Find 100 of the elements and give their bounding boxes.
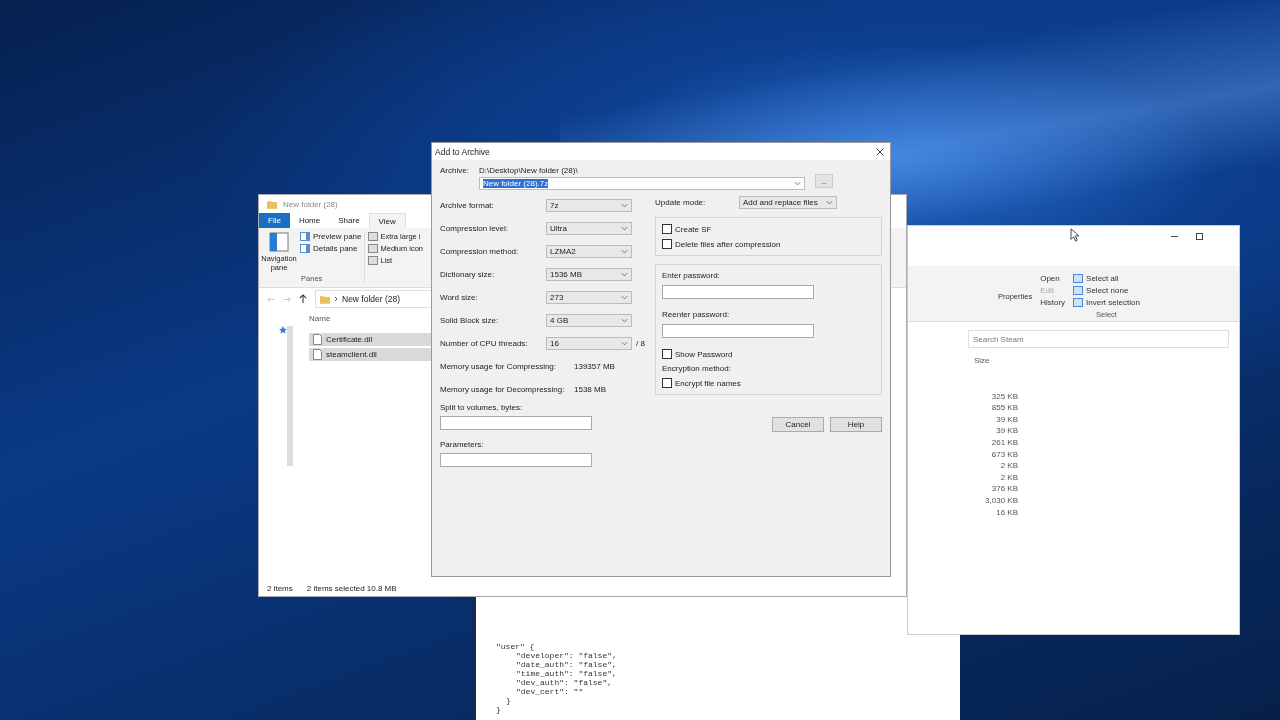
field-label: Archive format: xyxy=(440,201,495,210)
dialog-title: Add to Archive xyxy=(435,146,490,157)
folder-icon xyxy=(267,199,277,209)
dropdown[interactable]: 7z xyxy=(546,199,632,212)
search-field[interactable]: Search Steam xyxy=(968,330,1229,348)
caret-icon xyxy=(793,181,801,186)
column-header[interactable]: Size xyxy=(974,352,990,389)
split-field[interactable] xyxy=(440,416,592,430)
caret-icon xyxy=(826,200,833,205)
dropdown[interactable]: 273 xyxy=(546,291,632,304)
ribbon-tab[interactable]: View xyxy=(368,213,406,228)
ribbon-item[interactable]: History xyxy=(1040,298,1066,307)
size-cell: 3,030 KB xyxy=(985,495,1018,505)
dropdown[interactable]: 1536 MB xyxy=(546,268,632,281)
checkbox[interactable]: Encrypt file names xyxy=(662,378,741,388)
password-field[interactable] xyxy=(662,324,814,338)
code-line: "developer": "false", xyxy=(516,651,617,660)
chevron-icon xyxy=(334,296,338,302)
ribbon-item[interactable]: Open xyxy=(1040,274,1060,283)
layout-icon xyxy=(368,256,379,265)
ribbon-item[interactable]: Invert selection xyxy=(1073,298,1140,307)
layout-icon xyxy=(368,244,379,253)
dialog-button[interactable]: Cancel xyxy=(772,417,824,432)
selection-icon xyxy=(1073,298,1084,307)
dropdown[interactable]: Ultra xyxy=(546,222,632,235)
ribbon-tab[interactable]: Home xyxy=(289,213,330,228)
pane-icon xyxy=(269,232,289,252)
file-icon xyxy=(313,334,322,345)
size-cell: 2 KB xyxy=(1000,472,1018,482)
code-line: "date_auth": "false", xyxy=(516,660,617,669)
column-header[interactable]: Name xyxy=(309,310,433,331)
field-label: Encryption method: xyxy=(662,364,732,373)
forward-icon[interactable] xyxy=(283,295,291,303)
field-label: Update mode: xyxy=(655,198,707,207)
code-line: "user" { xyxy=(496,642,535,651)
field-label: Reenter password: xyxy=(662,310,731,319)
checkbox[interactable]: Show Password xyxy=(662,349,733,359)
field-label: Compression level: xyxy=(440,224,510,233)
ribbon-item[interactable]: Select none xyxy=(1073,286,1129,295)
dropdown[interactable]: LZMA2 xyxy=(546,245,632,258)
star-icon[interactable] xyxy=(279,326,287,334)
status-text: 2 items selected 10.8 MB xyxy=(306,583,397,593)
thread-count: / 8 xyxy=(636,339,645,348)
caret-icon xyxy=(621,341,628,346)
size-cell: 325 KB xyxy=(991,391,1018,401)
size-cell: 855 KB xyxy=(991,403,1018,413)
caret-icon xyxy=(621,318,628,323)
field-label: Memory usage for Decompressing: xyxy=(440,385,566,394)
selection-icon xyxy=(1073,274,1084,283)
up-arrow-icon[interactable] xyxy=(299,294,307,304)
size-cell: 39 KB xyxy=(996,414,1018,424)
dropdown[interactable]: Add and replace files xyxy=(739,196,837,209)
file-row[interactable]: Certificate.dll xyxy=(309,333,433,346)
archive-name-field[interactable]: New folder (28).7z xyxy=(478,177,805,190)
field-label: Dictionary size: xyxy=(440,270,496,279)
size-cell: 673 KB xyxy=(991,449,1018,459)
pane-icon xyxy=(300,244,310,253)
checkbox[interactable]: Delete files after compression xyxy=(662,239,781,249)
size-cell: 261 KB xyxy=(991,437,1018,447)
back-icon[interactable] xyxy=(267,295,275,303)
memory-value: 139357 MB xyxy=(574,362,615,371)
caret-icon xyxy=(621,203,628,208)
layout-icon xyxy=(368,232,379,241)
cursor-icon xyxy=(1070,228,1079,242)
status-text: 2 items xyxy=(267,583,293,593)
code-line: "dev_cert": "" xyxy=(516,687,584,696)
close-icon[interactable] xyxy=(876,147,884,156)
selection-icon xyxy=(1073,286,1084,295)
size-cell: 376 KB xyxy=(991,484,1018,494)
checkbox[interactable]: Create SF xyxy=(662,224,712,234)
pane-option[interactable]: Details pane xyxy=(300,244,358,253)
pane-option[interactable]: Preview pane xyxy=(300,232,362,241)
size-cell: 16 KB xyxy=(996,507,1018,517)
password-field[interactable] xyxy=(662,285,814,299)
window-title: New folder (28) xyxy=(283,199,338,209)
parameters-field[interactable] xyxy=(440,453,592,467)
code-line: } xyxy=(506,696,511,705)
field-label: Solid Block size: xyxy=(440,316,500,325)
dropdown[interactable]: 4 GB xyxy=(546,314,632,327)
field-label: Parameters: xyxy=(440,440,485,449)
field-label: Split to volumes, bytes: xyxy=(440,403,524,412)
ribbon-item[interactable]: Select all xyxy=(1073,274,1119,283)
ribbon-tab[interactable]: File xyxy=(259,213,290,228)
code-line: "time_auth": "false", xyxy=(516,669,617,678)
ribbon-tab[interactable]: Share xyxy=(329,213,369,228)
size-cell: 2 KB xyxy=(1000,461,1018,471)
maximize-icon[interactable] xyxy=(1196,232,1203,240)
caret-icon xyxy=(621,272,628,277)
field-label: Compression method: xyxy=(440,247,520,256)
dialog-button[interactable]: Help xyxy=(830,417,882,432)
archive-path: D:\Desktop\New folder (28)\ xyxy=(478,166,579,175)
caret-icon xyxy=(621,249,628,254)
dropdown[interactable]: 16 xyxy=(546,337,632,350)
field-label: Archive: xyxy=(440,166,469,175)
field-label: Memory usage for Compressing: xyxy=(440,362,558,371)
pane-icon xyxy=(300,232,310,241)
caret-icon xyxy=(621,226,628,231)
file-icon xyxy=(313,349,322,360)
folder-icon xyxy=(320,294,330,304)
file-row[interactable]: steamclient.dll xyxy=(309,348,433,361)
